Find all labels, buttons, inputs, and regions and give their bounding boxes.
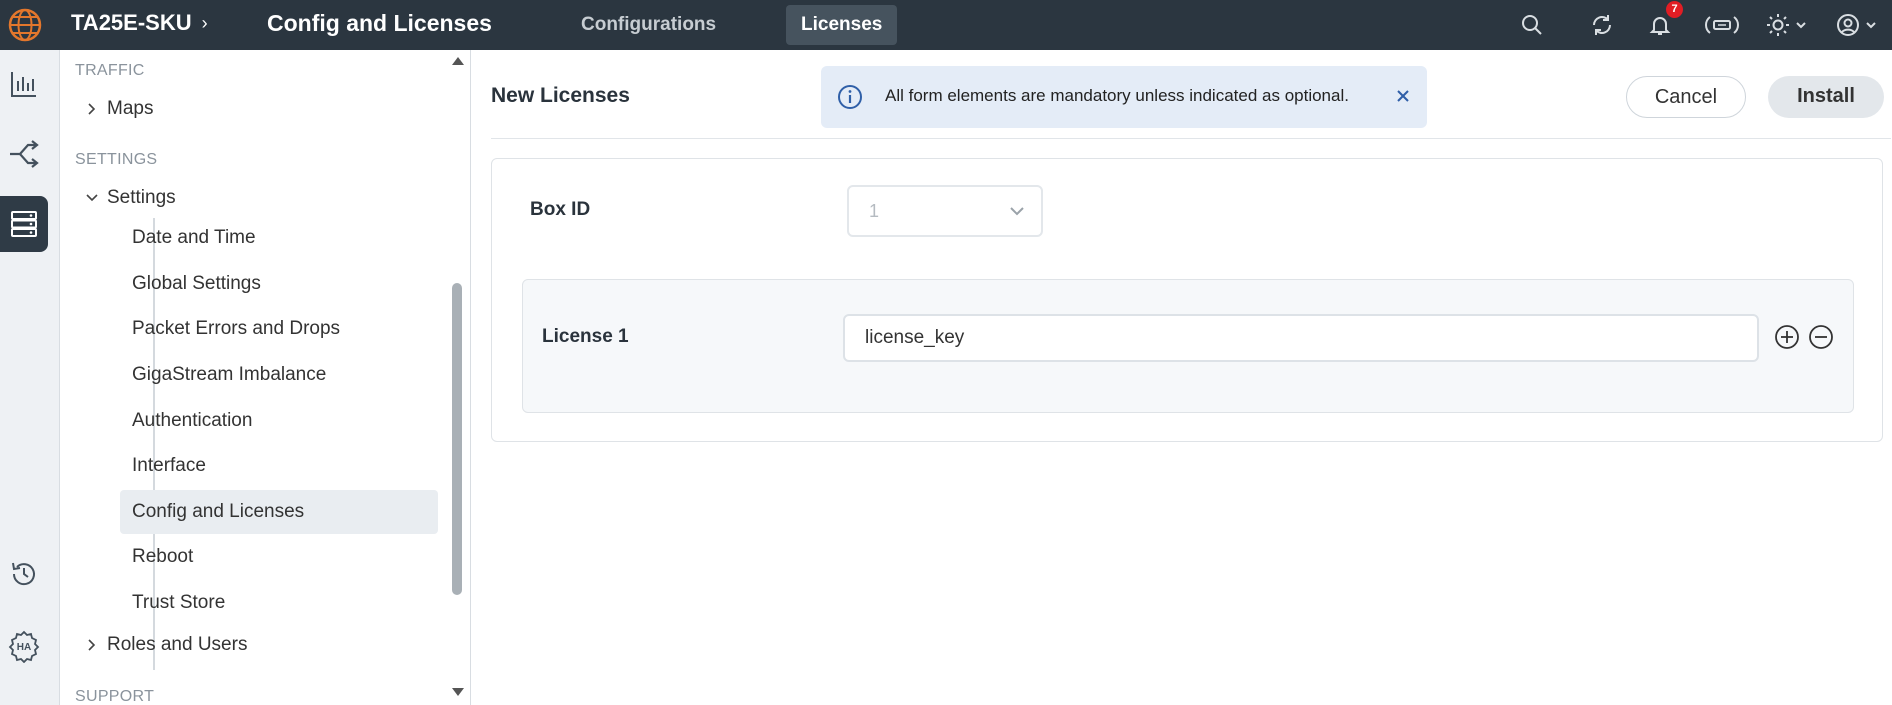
top-bar: TA25E-SKU › Config and Licenses Configur… [0,0,1892,50]
section-heading-traffic: TRAFFIC [75,62,145,79]
server-icon [11,211,37,237]
sidebar-item-reboot[interactable]: Reboot [120,535,438,579]
rail-traffic[interactable] [0,126,48,182]
sidebar-item-global-settings[interactable]: Global Settings [120,262,438,306]
notification-badge: 7 [1666,1,1683,18]
chevron-right-icon [88,639,96,651]
info-icon [838,85,862,109]
device-name: TA25E-SKU [71,10,192,35]
install-button[interactable]: Install [1768,76,1884,118]
scroll-down-arrow-icon[interactable] [451,687,465,697]
sidebar-item-trust-store[interactable]: Trust Store [120,581,438,625]
close-icon[interactable] [1394,87,1412,105]
chevron-right-icon: › [201,12,208,33]
license-row: License 1 [522,279,1854,413]
license-key-input[interactable] [843,314,1759,362]
add-license-icon[interactable] [1773,323,1801,351]
chevron-down-icon [1010,207,1024,216]
chart-icon [11,72,36,97]
license-label: License 1 [542,326,629,347]
rail-history[interactable] [0,546,48,602]
refresh-icon[interactable] [1586,9,1618,41]
tab-configurations[interactable]: Configurations [566,5,731,45]
chevron-down-icon [86,194,98,202]
sidebar-item-interface[interactable]: Interface [120,444,438,488]
nav-group-label: Settings [107,187,176,208]
chevron-right-icon [88,103,96,115]
device-status-icon[interactable] [1700,9,1744,41]
rail-system[interactable] [0,196,48,252]
theme-toggle-icon[interactable] [1764,9,1814,41]
sidebar-item-packet-errors[interactable]: Packet Errors and Drops [120,307,438,351]
globe-logo-icon[interactable] [6,6,44,44]
info-banner: All form elements are mandatory unless i… [821,66,1427,128]
settings-sidebar: TRAFFIC Maps SETTINGS Settings Date and … [60,50,471,705]
divider [491,138,1891,139]
device-selector[interactable]: TA25E-SKU › [71,10,208,36]
sidebar-item-config-and-licenses[interactable]: Config and Licenses [120,490,438,534]
page-title: Config and Licenses [267,10,492,36]
rail-dashboard[interactable] [0,56,48,112]
section-heading-settings: SETTINGS [75,151,158,168]
rail-ha[interactable]: HA [0,618,48,674]
svg-text:HA: HA [17,642,31,653]
scroll-up-arrow-icon[interactable] [451,56,465,66]
license-form-card: Box ID 1 License 1 [491,158,1883,442]
sidebar-item-authentication[interactable]: Authentication [120,399,438,443]
nav-group-label: Roles and Users [107,634,248,655]
left-rail: HA [0,50,60,705]
search-icon[interactable] [1516,9,1548,41]
sidebar-item-gigastream-imbalance[interactable]: GigaStream Imbalance [120,353,438,397]
nav-group-label: Maps [107,98,154,119]
cancel-button[interactable]: Cancel [1626,76,1746,118]
section-heading-support: SUPPORT [75,688,155,705]
nav-group-maps[interactable]: Maps [85,98,153,120]
main-content: New Licenses All form elements are manda… [471,50,1892,705]
user-menu-icon[interactable] [1834,9,1884,41]
nav-group-settings[interactable]: Settings [85,187,176,209]
flow-icon [10,140,39,168]
sidebar-item-date-and-time[interactable]: Date and Time [120,216,438,260]
box-id-select[interactable]: 1 [847,185,1043,237]
box-id-label: Box ID [530,199,591,220]
tab-licenses[interactable]: Licenses [786,5,898,45]
box-id-value: 1 [869,201,880,221]
scrollbar-thumb[interactable] [452,283,462,595]
ha-icon: HA [8,630,40,663]
form-title: New Licenses [491,84,630,107]
remove-license-icon[interactable] [1807,323,1835,351]
nav-group-roles-and-users[interactable]: Roles and Users [85,634,247,656]
banner-message: All form elements are mandatory unless i… [885,86,1349,105]
history-icon [12,562,35,586]
